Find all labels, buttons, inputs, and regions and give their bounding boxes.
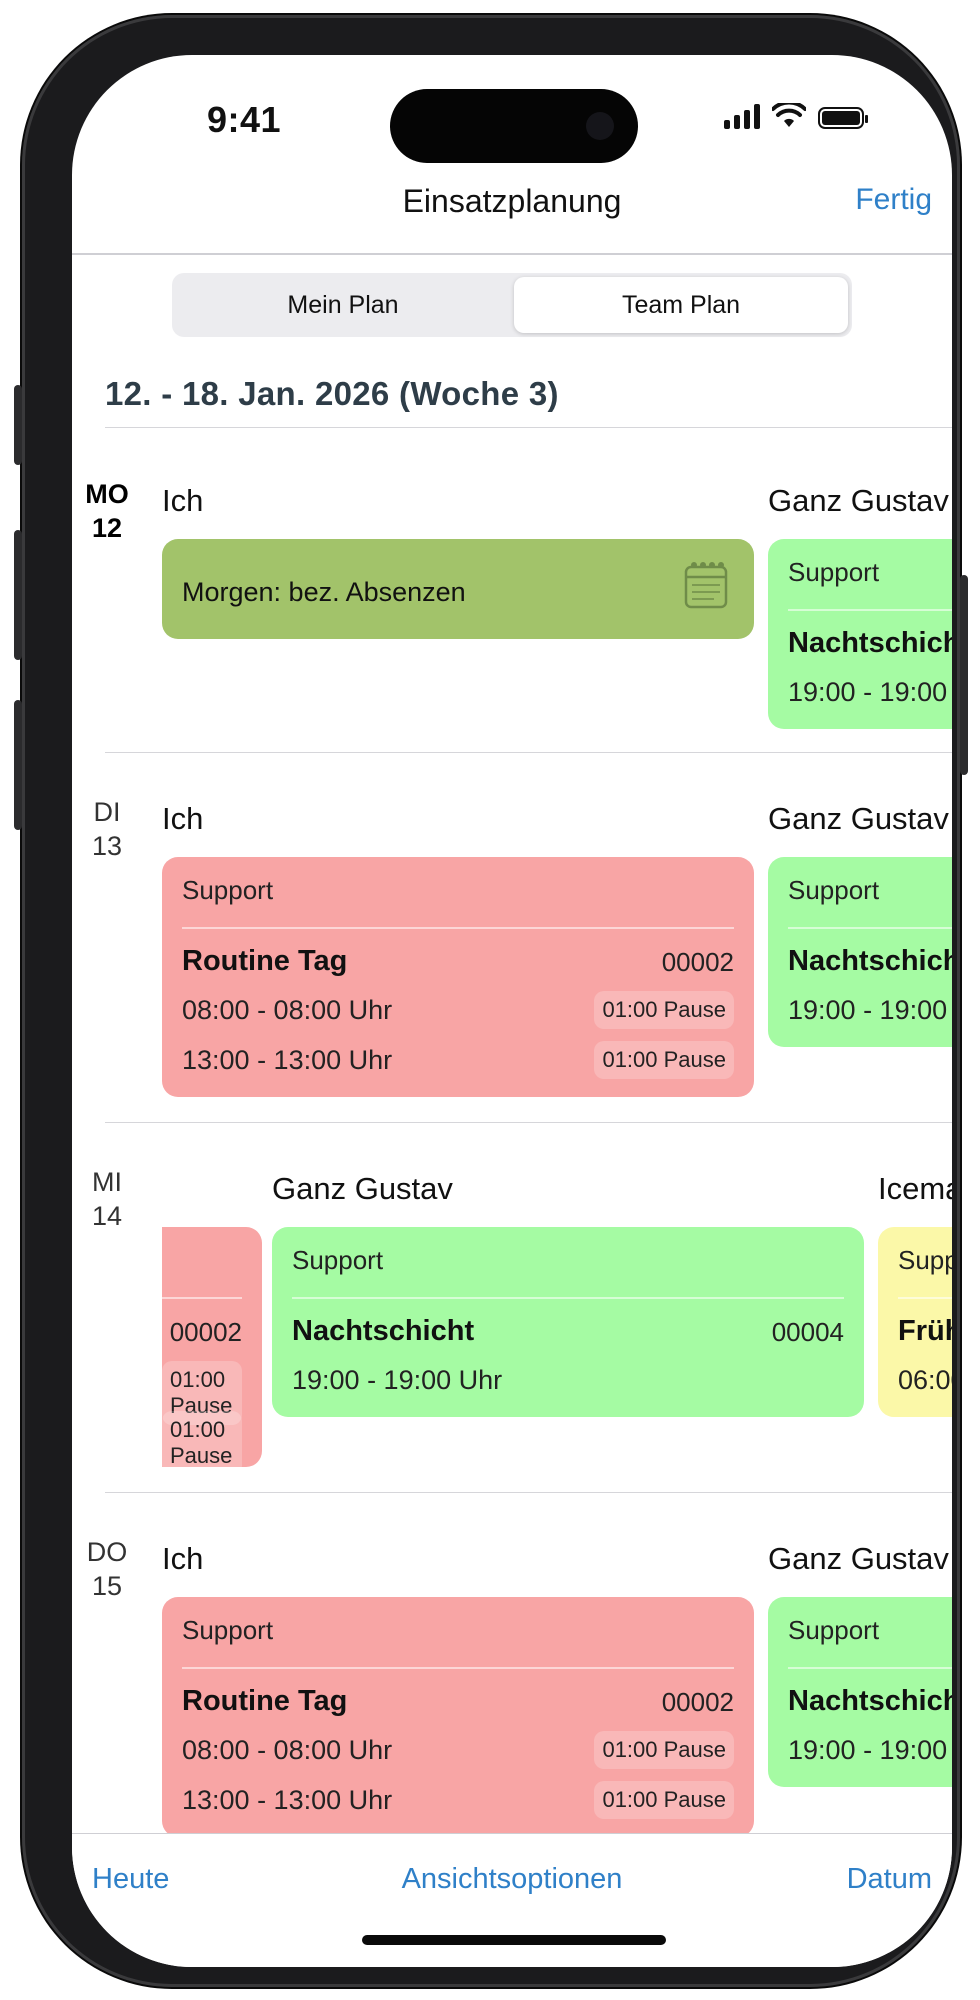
card-divider [898,1297,952,1299]
phone-frame: 9:41 Einsatzplanung Fertig Mein Plan Tea… [14,15,968,1987]
power-button [960,575,968,775]
row-divider [105,1122,952,1123]
person-label-ganz-gustav: Ganz Gustav [768,483,949,518]
card-divider [182,1667,734,1669]
camera-icon [586,112,614,140]
shift-time: 13:00 - 13:00 Uhr [182,1785,393,1815]
shift-code: 00002 [661,947,734,977]
screen: 9:41 Einsatzplanung Fertig Mein Plan Tea… [72,55,952,1967]
shift-title: Nachtschicht [292,1315,475,1347]
day-number: 14 [91,1201,123,1231]
day-number: 12 [91,513,123,543]
day-label-mo: MO 12 [72,477,142,545]
shift-card[interactable]: Support Nachtschicht 19:00 - 19:00 Uhr [768,539,952,729]
volume-up-button [14,530,22,660]
shift-card[interactable]: Support Routine Tag 00002 08:00 - 08:00 … [162,1597,754,1837]
shift-department: Support [788,1615,880,1645]
mute-switch [14,385,22,465]
card-divider [788,1667,952,1669]
shift-time: 13:00 - 13:00 Uhr [182,1045,393,1075]
row-divider [105,1492,952,1493]
shift-card-partial[interactable]: 00002 01:00 Pause 01:00 Pause [162,1227,262,1467]
shift-time: 08:00 - 08:00 Uhr [182,995,393,1025]
person-label-ganz-gustav: Ganz Gustav [768,1541,949,1576]
status-icons [724,103,868,129]
shift-title: Routine Tag [182,1685,348,1717]
absence-text: Morgen: bez. Absenzen [182,577,466,607]
shift-title: Frühschicht [898,1315,952,1347]
view-options-button[interactable]: Ansichtsoptionen [72,1863,952,1896]
signal-icon [724,103,760,129]
day-label-mi: MI 14 [72,1165,142,1233]
day-of-week: DO [86,1537,128,1567]
shift-department: Support [182,875,274,905]
shift-code: 00002 [661,1687,734,1717]
shift-card[interactable]: Support Frühschicht 06:00 [878,1227,952,1417]
person-label-me: Ich [162,483,204,518]
volume-down-button [14,700,22,830]
shift-time: 08:00 - 08:00 Uhr [182,1735,393,1765]
nav-divider [72,253,952,255]
status-time: 9:41 [207,99,282,140]
shift-time: 19:00 - 19:00 Uhr [292,1365,503,1395]
week-divider [105,427,952,428]
segment-team-plan[interactable]: Team Plan [514,277,848,333]
shift-department: Support [898,1245,952,1275]
day-of-week: MO [85,479,129,509]
shift-department: Support [788,557,880,587]
page-title: Einsatzplanung [402,183,622,219]
day-of-week: DI [93,797,121,827]
pause-badge: 01:00 Pause [594,991,734,1029]
shift-department: Support [182,1615,274,1645]
row-divider [105,752,952,753]
day-label-di: DI 13 [72,795,142,863]
person-label-ganz-gustav: Ganz Gustav [272,1171,453,1206]
home-indicator[interactable] [362,1935,666,1945]
card-divider [292,1297,844,1299]
person-label-me: Ich [162,801,204,836]
day-of-week: MI [92,1167,122,1197]
shift-title: Routine Tag [182,945,348,977]
shift-card[interactable]: Support Nachtschicht 19:00 - 19:00 Uhr [768,1597,952,1787]
done-button[interactable]: Fertig [855,183,932,217]
date-button[interactable]: Datum [847,1863,932,1896]
calendar-icon [684,562,728,609]
segment-my-plan[interactable]: Mein Plan [176,277,510,333]
person-label-ganz-gustav: Ganz Gustav [768,801,949,836]
day-label-do: DO 15 [72,1535,142,1603]
battery-icon [818,107,868,129]
shift-code: 00004 [771,1317,844,1347]
shift-time: 19:00 - 19:00 Uhr [788,995,952,1025]
shift-time: 19:00 - 19:00 Uhr [788,1735,952,1765]
card-divider [182,927,734,929]
absence-card[interactable]: Morgen: bez. Absenzen [162,539,754,639]
shift-card[interactable]: Support Nachtschicht 00004 19:00 - 19:00… [272,1227,864,1417]
pause-badge: 01:00 Pause [594,1731,734,1769]
shift-title: Nachtschicht [788,627,952,659]
shift-department: Support [788,875,880,905]
card-divider [788,927,952,929]
pause-badge: 01:00 Pause [594,1041,734,1079]
pause-badge: 01:00 Pause [162,1411,242,1467]
shift-title: Nachtschicht [788,945,952,977]
card-divider [162,1297,242,1299]
shift-time: 06:00 [898,1365,952,1395]
day-number: 15 [91,1571,123,1601]
shift-department: Support [292,1245,384,1275]
person-label-icemann: Icemann [878,1171,952,1206]
shift-time: 19:00 - 19:00 Uhr [788,677,952,707]
shift-title: Nachtschicht [788,1685,952,1717]
day-number: 13 [91,831,123,861]
shift-card[interactable]: Support Routine Tag 00002 08:00 - 08:00 … [162,857,754,1097]
plan-segmented-control: Mein Plan Team Plan [172,273,852,337]
card-divider [788,609,952,611]
week-heading: 12. - 18. Jan. 2026 (Woche 3) [105,375,559,412]
shift-card[interactable]: Support Nachtschicht 19:00 - 19:00 Uhr [768,857,952,1047]
wifi-icon [772,103,806,127]
bottom-toolbar [72,1834,952,1967]
shift-code: 00002 [169,1317,242,1347]
pause-badge: 01:00 Pause [594,1781,734,1819]
dynamic-island [390,89,638,163]
person-label-me: Ich [162,1541,204,1576]
